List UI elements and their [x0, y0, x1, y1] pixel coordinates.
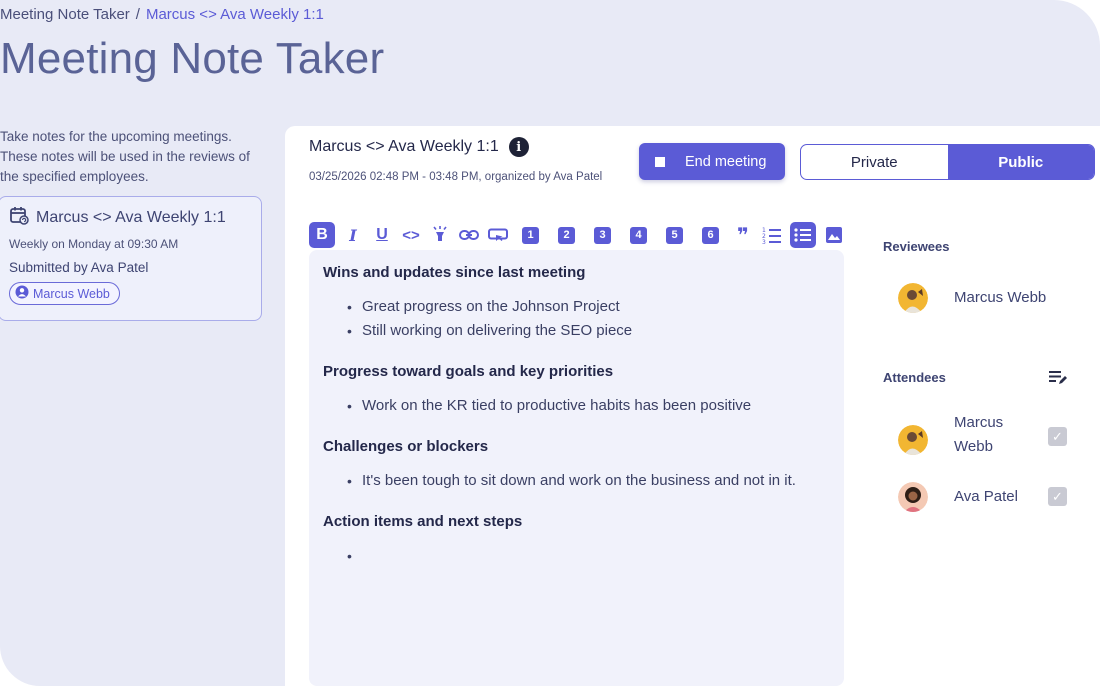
notes-heading: Action items and next steps	[323, 513, 523, 530]
notes-list-item: Work on the KR tied to productive habits…	[323, 394, 830, 418]
notes-list-item: Great progress on the Johnson Project	[323, 295, 830, 319]
intro-text: Take notes for the upcoming meetings. Th…	[0, 129, 250, 184]
link-icon[interactable]	[458, 223, 480, 247]
image-icon[interactable]	[823, 223, 845, 247]
edit-list-icon[interactable]	[1048, 369, 1068, 390]
breadcrumb-separator: /	[135, 6, 140, 23]
heading-6-button[interactable]: 6	[702, 226, 719, 244]
breadcrumb: Meeting Note Taker / Marcus <> Ava Weekly …	[0, 6, 324, 23]
notes-heading: Wins and updates since last meeting	[323, 264, 586, 281]
embed-icon[interactable]	[487, 223, 509, 247]
heading-2-button[interactable]: 2	[558, 226, 575, 244]
breadcrumb-root[interactable]: Meeting Note Taker	[0, 6, 130, 23]
reviewee-chip[interactable]: Marcus Webb	[9, 282, 120, 305]
heading-3-button[interactable]: 3	[594, 226, 611, 244]
end-meeting-label: End meeting	[685, 153, 767, 170]
attendee-name-line: Webb	[954, 438, 993, 455]
attendee-item: Marcus Webb	[898, 411, 1003, 459]
attendees-label: Attendees	[883, 370, 946, 385]
heading-4-button[interactable]: 4	[630, 226, 647, 244]
italic-button[interactable]: I	[342, 223, 364, 247]
avatar	[898, 425, 928, 455]
avatar	[898, 482, 928, 512]
quote-button[interactable]: ❞	[732, 223, 754, 247]
user-icon	[15, 285, 29, 302]
meeting-card-header: Marcus <> Ava Weekly 1:1	[9, 205, 251, 230]
end-meeting-button[interactable]: End meeting	[639, 143, 785, 180]
notes-heading: Progress toward goals and key priorities	[323, 363, 614, 380]
visibility-public-option[interactable]: Public	[947, 145, 1094, 179]
meeting-title: Marcus <> Ava Weekly 1:1	[309, 138, 499, 155]
attendee-checkbox[interactable]: ✓	[1048, 427, 1067, 446]
svg-text:3: 3	[762, 239, 766, 244]
heading-5-button[interactable]: 5	[666, 226, 683, 244]
stop-icon	[655, 156, 665, 167]
notes-list-item: Still working on delivering the SEO piec…	[323, 319, 830, 343]
meeting-card-schedule: Weekly on Monday at 09:30 AM	[9, 237, 179, 251]
notes-list-item-empty[interactable]	[323, 544, 830, 568]
breadcrumb-current[interactable]: Marcus <> Ava Weekly 1:1	[146, 6, 324, 23]
page-background: Meeting Note Taker / Marcus <> Ava Weekly …	[0, 0, 1100, 686]
calendar-repeat-icon	[9, 205, 29, 230]
notes-list: Great progress on the Johnson Project St…	[323, 295, 830, 343]
attendee-item: Ava Patel	[898, 482, 1018, 512]
attendee-name-line: Marcus	[954, 414, 1004, 431]
visibility-private-option[interactable]: Private	[801, 145, 948, 179]
info-icon[interactable]: i	[508, 137, 529, 157]
meeting-card[interactable]: Marcus <> Ava Weekly 1:1 Weekly on Monda…	[0, 196, 262, 321]
notes-list-item: It's been tough to sit down and work on …	[323, 469, 830, 493]
avatar	[898, 283, 928, 313]
code-button[interactable]: <>	[400, 223, 422, 247]
attendee-name: Marcus Webb	[954, 411, 1003, 459]
bullet-list-icon[interactable]	[790, 222, 816, 248]
meeting-title-row: Marcus <> Ava Weekly 1:1 i	[309, 137, 529, 157]
notes-list	[323, 544, 830, 568]
meeting-meta: 03/25/2026 02:48 PM - 03:48 PM, organize…	[309, 171, 603, 183]
highlight-icon[interactable]	[429, 223, 451, 247]
attendee-checkbox[interactable]: ✓	[1048, 487, 1067, 506]
meeting-card-title: Marcus <> Ava Weekly 1:1	[36, 208, 226, 226]
meeting-panel: Marcus <> Ava Weekly 1:1 i 03/25/2026 02…	[285, 126, 1100, 686]
bold-button[interactable]: B	[309, 222, 335, 248]
reviewee-item: Marcus Webb	[898, 283, 1046, 313]
meeting-card-submitted-by: Submitted by Ava Patel	[9, 260, 149, 275]
heading-1-button[interactable]: 1	[522, 226, 539, 244]
attendee-name: Ava Patel	[954, 488, 1018, 505]
notes-list: It's been tough to sit down and work on …	[323, 469, 830, 493]
reviewees-label: Reviewees	[883, 239, 950, 254]
reviewee-chip-label: Marcus Webb	[33, 286, 110, 301]
notes-list: Work on the KR tied to productive habits…	[323, 394, 830, 418]
notes-heading: Challenges or blockers	[323, 438, 489, 455]
reviewee-name: Marcus Webb	[954, 289, 1047, 306]
numbered-list-icon[interactable]: 1 2 3	[761, 223, 783, 247]
page-title: Meeting Note Taker	[0, 34, 385, 83]
underline-button[interactable]: U	[371, 223, 393, 247]
notes-editor[interactable]: Wins and updates since last meeting Grea…	[309, 250, 844, 686]
visibility-toggle[interactable]: Private Public	[800, 144, 1095, 180]
editor-toolbar: B I U <> 1 2 3 4 5 6 ❞ 1 2 3	[309, 222, 845, 248]
